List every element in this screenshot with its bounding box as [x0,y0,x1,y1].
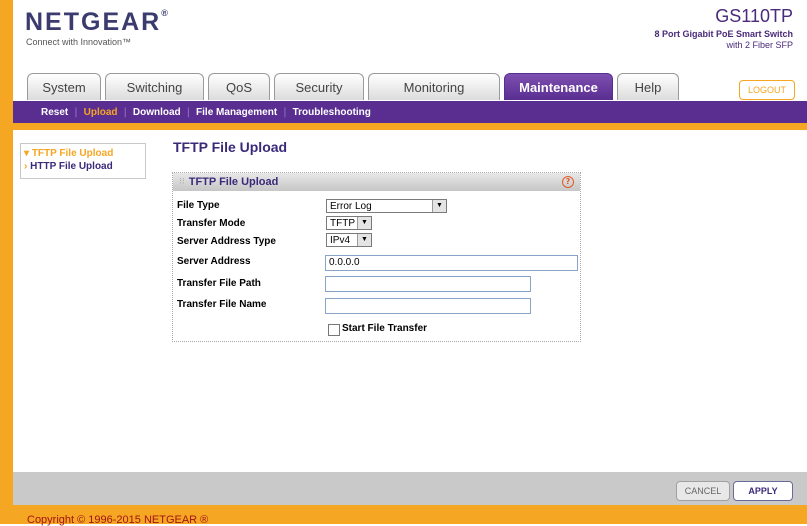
model-description: 8 Port Gigabit PoE Smart Switch with 2 F… [543,29,793,51]
subnav-file-management[interactable]: File Management [190,107,283,118]
server-address-type-value: IPv4 [330,235,351,246]
subnav-troubleshooting[interactable]: Troubleshooting [287,107,377,118]
server-address-label: Server Address [177,256,251,267]
transfer-file-path-input[interactable] [325,276,531,292]
file-type-label: File Type [177,200,220,211]
drag-grip-icon: ⁝⁝ [179,177,185,187]
chevron-down-icon: ▾ [24,148,30,159]
cancel-button[interactable]: CANCEL [676,481,730,501]
chevron-right-icon: › [24,161,28,172]
netgear-logo: NETGEAR® [25,8,170,37]
model-line2: with 2 Fiber SFP [726,40,793,50]
orange-band [13,123,807,130]
logout-button[interactable]: LOGOUT [739,80,795,100]
leftnav-http-file-upload[interactable]: › HTTP File Upload [21,160,145,173]
tab-system[interactable]: System [27,73,101,100]
subnav-download[interactable]: Download [127,107,187,118]
subnav-reset[interactable]: Reset [35,107,74,118]
leftnav-tftp-file-upload[interactable]: ▾ TFTP File Upload [21,147,145,160]
dropdown-arrow-icon: ▼ [432,200,446,212]
leftnav-item-label: TFTP File Upload [31,148,114,159]
server-address-type-select[interactable]: IPv4 ▼ [326,233,372,247]
left-navigation: ▾ TFTP File Upload › HTTP File Upload [20,143,146,179]
main-tabs: System Switching QoS Security Monitoring… [27,73,683,100]
registered-mark: ® [161,8,170,18]
subnav-upload[interactable]: Upload [78,107,124,118]
panel-header: ⁝⁝ TFTP File Upload ? [173,173,580,191]
dropdown-arrow-icon: ▼ [357,234,371,246]
sub-navigation: Reset | Upload | Download | File Managem… [13,101,807,123]
transfer-mode-label: Transfer Mode [177,218,246,229]
tab-maintenance[interactable]: Maintenance [504,73,613,100]
tab-monitoring[interactable]: Monitoring [368,73,500,100]
file-type-select[interactable]: Error Log ▼ [326,199,447,213]
left-orange-gutter [0,0,13,524]
dropdown-arrow-icon: ▼ [357,217,371,229]
tagline: Connect with Innovation™ [26,37,132,47]
page-title: TFTP File Upload [173,139,288,155]
transfer-file-name-label: Transfer File Name [177,299,267,310]
transfer-mode-select[interactable]: TFTP ▼ [326,216,372,230]
start-file-transfer-label: Start File Transfer [342,323,428,334]
file-type-value: Error Log [330,201,372,212]
server-address-input[interactable]: 0.0.0.0 [325,255,578,271]
copyright-bar: Copyright © 1996-2015 NETGEAR ® [13,505,807,526]
header: NETGEAR® Connect with Innovation™ GS110T… [13,0,807,72]
apply-button[interactable]: APPLY [733,481,793,501]
tab-help[interactable]: Help [617,73,679,100]
tab-qos[interactable]: QoS [208,73,270,100]
start-file-transfer-checkbox[interactable] [328,324,340,336]
help-icon[interactable]: ? [562,176,574,188]
model-line1: 8 Port Gigabit PoE Smart Switch [654,29,793,39]
tab-security[interactable]: Security [274,73,364,100]
transfer-mode-value: TFTP [330,218,355,229]
leftnav-item-label: HTTP File Upload [30,161,113,172]
server-address-type-label: Server Address Type [177,236,276,247]
tab-switching[interactable]: Switching [105,73,204,100]
model-name: GS110TP [715,6,793,26]
transfer-file-path-label: Transfer File Path [177,278,261,289]
brand-name: NETGEAR [25,8,162,36]
transfer-file-name-input[interactable] [325,298,531,314]
panel-title: TFTP File Upload [188,176,279,188]
copyright-text: Copyright © 1996-2015 NETGEAR ® [27,514,209,526]
